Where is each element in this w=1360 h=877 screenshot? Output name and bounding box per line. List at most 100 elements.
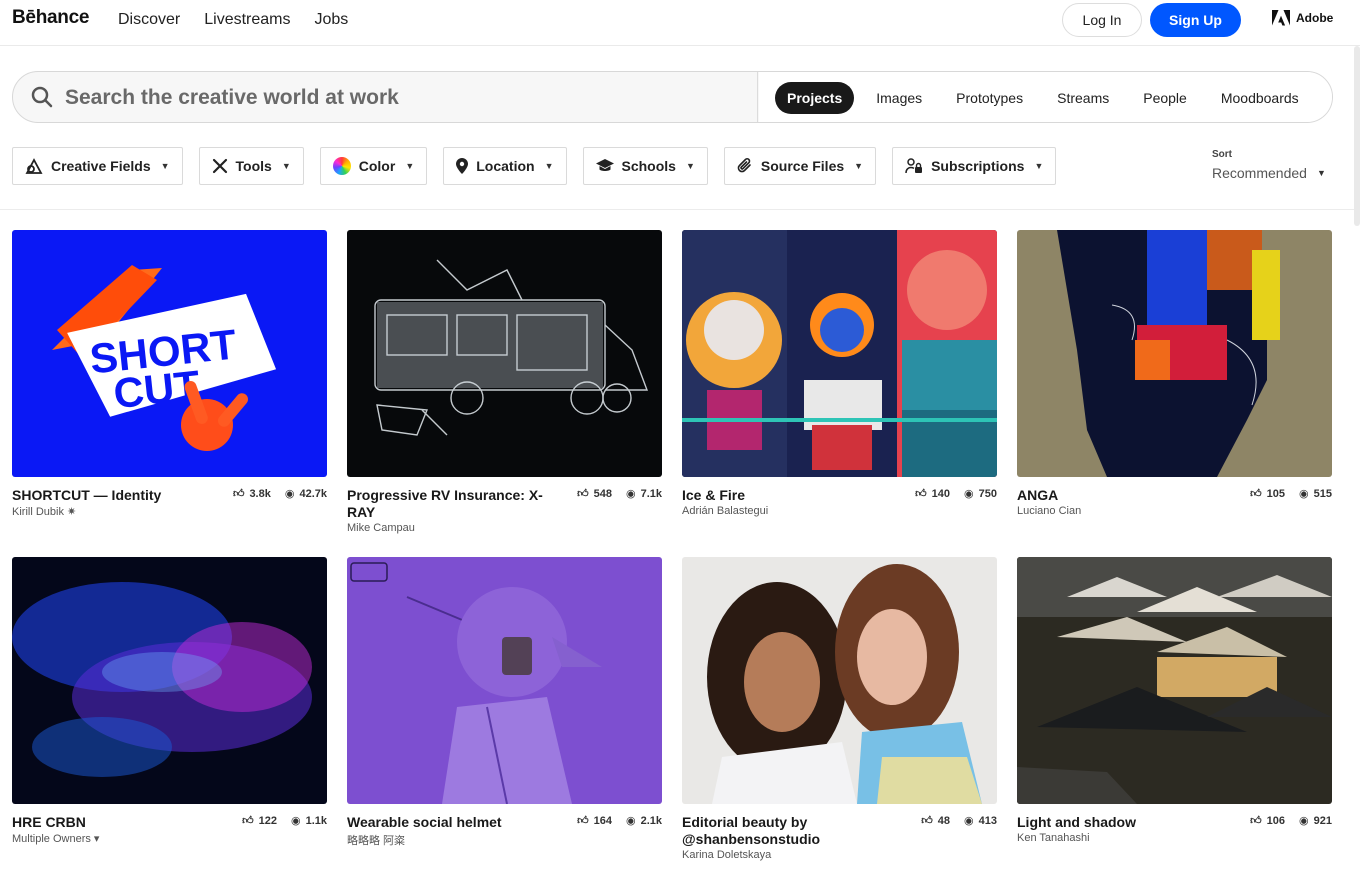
color-wheel-icon [332, 157, 351, 175]
view-count: 1.1k [305, 814, 327, 827]
project-title[interactable]: Ice & Fire [682, 487, 882, 504]
project-card[interactable]: 👍︎ 548 ◉ 7.1k Progressive RV Insurance: X-… [347, 230, 662, 534]
nav-discover[interactable]: Discover [118, 11, 180, 29]
project-card[interactable]: 👍︎ 140 ◉ 750 Ice & Fire Adrián Balastegui [682, 230, 997, 517]
tab-projects[interactable]: Projects [775, 82, 855, 114]
project-thumbnail[interactable] [347, 557, 662, 804]
tab-people[interactable]: People [1131, 82, 1199, 114]
signup-button[interactable]: Sign Up [1150, 3, 1241, 37]
thumbs-up-icon: 👍︎ [915, 488, 927, 500]
project-title[interactable]: Progressive RV Insurance: X-RAY [347, 487, 547, 521]
page-scrollbar[interactable] [1354, 46, 1360, 226]
helmet-artwork [350, 562, 602, 804]
project-stats: 👍︎ 122 ◉ 1.1k [242, 814, 327, 828]
project-card[interactable]: 👍︎ 164 ◉ 2.1k Wearable social helmet 略略略 阿… [347, 557, 662, 848]
project-title[interactable]: Editorial beauty by @shanbensonstudio [682, 814, 882, 848]
like-count: 48 [937, 814, 951, 827]
project-thumbnail[interactable] [682, 230, 997, 477]
sort-value[interactable]: Recommended ▼ [1212, 165, 1326, 181]
filter-label: Schools [621, 158, 676, 174]
search-placeholder: Search the creative world at work [65, 86, 399, 109]
like-count: 164 [593, 814, 612, 827]
search-scope-tabs: Projects Images Prototypes Streams Peopl… [759, 72, 1332, 122]
view-count: 42.7k [299, 487, 327, 500]
project-card[interactable]: 👍︎ 122 ◉ 1.1k HRE CRBN Multiple Owners ▾ [12, 557, 327, 845]
filter-tools[interactable]: Tools ▼ [198, 147, 304, 185]
filter-source-files[interactable]: Source Files ▼ [723, 147, 877, 185]
adobe-link[interactable]: Adobe [1272, 10, 1333, 26]
project-stats: 👍︎ 140 ◉ 750 [915, 487, 997, 501]
like-count: 548 [593, 487, 612, 500]
filter-location[interactable]: Location ▼ [443, 147, 567, 185]
nav-jobs[interactable]: Jobs [314, 11, 348, 29]
project-title[interactable]: SHORTCUT — Identity [12, 487, 212, 504]
view-count: 750 [978, 487, 997, 500]
project-owner[interactable]: Mike Campau [347, 522, 662, 534]
filter-subscriptions[interactable]: Subscriptions ▼ [892, 147, 1057, 185]
xray-rv-artwork [374, 259, 649, 436]
project-card[interactable]: 👍︎ 106 ◉ 921 Light and shadow Ken Tanahash… [1017, 557, 1332, 844]
project-title[interactable]: Wearable social helmet [347, 814, 547, 831]
project-title[interactable]: HRE CRBN [12, 814, 212, 831]
view-count: 515 [1313, 487, 1332, 500]
view-count: 921 [1313, 814, 1332, 827]
search-icon [31, 86, 53, 108]
project-owner[interactable]: Multiple Owners ▾ [12, 832, 327, 845]
tab-streams[interactable]: Streams [1045, 82, 1121, 114]
project-thumbnail[interactable] [347, 230, 662, 477]
filter-bar: Creative Fields ▼ Tools ▼ Color ▼ Location ▼… [12, 147, 1057, 185]
sort-dropdown[interactable]: Sort Recommended ▼ [1212, 149, 1326, 181]
project-thumbnail[interactable] [1017, 557, 1332, 804]
nav-livestreams[interactable]: Livestreams [204, 11, 290, 29]
like-count: 106 [1266, 814, 1286, 827]
project-thumbnail[interactable] [1017, 230, 1332, 477]
project-card[interactable]: 👍︎ 48 ◉ 413 Editorial beauty by @shanbenso… [682, 557, 997, 861]
caret-down-icon: ▼ [281, 161, 291, 171]
filter-creative-fields[interactable]: Creative Fields ▼ [12, 147, 183, 185]
login-button[interactable]: Log In [1062, 3, 1142, 37]
project-owner[interactable]: 略略略 阿粢 [347, 832, 662, 848]
project-title[interactable]: Light and shadow [1017, 814, 1217, 831]
user-lock-icon [905, 158, 923, 174]
thumbs-up-icon: 👍︎ [232, 488, 245, 500]
project-stats: 👍︎ 3.8k ◉ 42.7k [232, 487, 327, 501]
main-nav: Discover Livestreams Jobs [118, 11, 348, 29]
project-owner[interactable]: Ken Tanahashi [1017, 832, 1332, 844]
eye-icon: ◉ [625, 815, 636, 827]
tab-prototypes[interactable]: Prototypes [944, 82, 1035, 114]
project-owner[interactable]: Kirill Dubik ✷ [12, 505, 327, 518]
behance-logo[interactable]: Bēhance [12, 7, 89, 29]
shortcut-artwork: SHORT CUT [52, 265, 277, 451]
project-owner[interactable]: Adrián Balastegui [682, 505, 997, 517]
project-thumbnail[interactable]: SHORT CUT [12, 230, 327, 477]
light-and-shadow-artwork [1017, 557, 1332, 804]
project-thumbnail[interactable] [682, 557, 997, 804]
tab-images[interactable]: Images [864, 82, 934, 114]
filter-label: Source Files [760, 158, 845, 174]
filter-color[interactable]: Color ▼ [319, 147, 428, 185]
project-card[interactable]: 👍︎ 105 ◉ 515 ANGA Luciano Cian [1017, 230, 1332, 517]
paperclip-icon [737, 158, 751, 173]
project-stats: 👍︎ 48 ◉ 413 [921, 814, 997, 828]
sort-label: Sort [1212, 149, 1232, 160]
adobe-label: Adobe [1296, 11, 1334, 25]
thumbs-up-icon: 👍︎ [921, 815, 933, 827]
thumbs-up-icon: 👍︎ [242, 815, 254, 827]
eye-icon: ◉ [1299, 815, 1309, 827]
like-count: 3.8k [249, 487, 271, 500]
filter-schools[interactable]: Schools ▼ [582, 147, 708, 185]
caret-down-icon: ▼ [685, 161, 695, 171]
eye-icon: ◉ [290, 815, 301, 827]
project-title[interactable]: ANGA [1017, 487, 1217, 504]
project-thumbnail[interactable] [12, 557, 327, 804]
project-owner[interactable]: Karina Doletskaya [682, 849, 997, 861]
search-bar: Search the creative world at work Projec… [12, 71, 1333, 123]
filter-label: Subscriptions [931, 158, 1025, 174]
project-card[interactable]: SHORT CUT 👍︎ 3.8k ◉ 42.7k SHORTCUT — Ident… [12, 230, 327, 518]
anga-artwork [1057, 230, 1280, 477]
project-owner[interactable]: Luciano Cian [1017, 505, 1332, 517]
filter-label: Tools [235, 158, 272, 174]
search-input[interactable]: Search the creative world at work [13, 72, 758, 122]
tab-moodboards[interactable]: Moodboards [1209, 82, 1311, 114]
caret-down-icon: ▼ [405, 161, 415, 171]
